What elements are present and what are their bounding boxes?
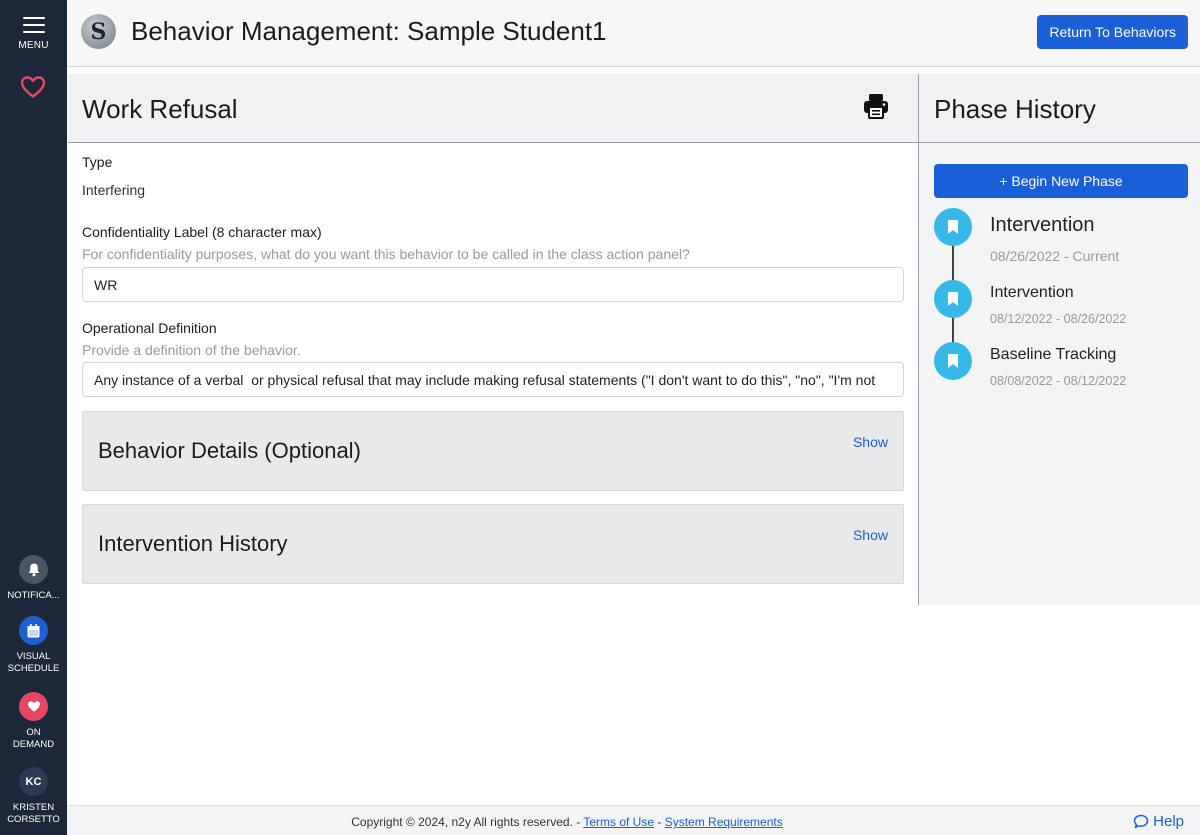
bell-icon [19, 555, 48, 584]
sidebar-item-user-profile[interactable]: KC KRISTEN CORSETTO [0, 767, 67, 826]
phase-name: Intervention [990, 214, 1095, 236]
intervention-history-card: Intervention History Show [82, 504, 904, 584]
footer-copyright: Copyright © 2024, n2y All rights reserve… [67, 815, 1067, 829]
print-icon[interactable] [862, 92, 890, 120]
help-button[interactable]: Help [1133, 813, 1184, 830]
chat-bubble-icon [1133, 814, 1149, 829]
begin-new-phase-button[interactable]: + Begin New Phase [934, 164, 1188, 198]
phase-history-title: Phase History [934, 94, 1096, 124]
heart-outline-icon[interactable] [20, 75, 46, 99]
menu-button[interactable]: MENU [0, 14, 67, 51]
sidebar-item-on-demand[interactable]: ON DEMAND [0, 692, 67, 751]
behavior-details-show-link[interactable]: Show [853, 434, 888, 450]
hamburger-icon [22, 14, 45, 33]
phase-dates: 08/12/2022 - 08/26/2022 [990, 312, 1127, 326]
heart-icon [19, 692, 48, 721]
calendar-icon [19, 616, 48, 645]
footer: Copyright © 2024, n2y All rights reserve… [67, 805, 1200, 835]
phase-history-panel: + Begin New Phase Intervention 08/26/202… [919, 143, 1200, 605]
intervention-history-show-link[interactable]: Show [853, 527, 888, 543]
terms-of-use-link[interactable]: Terms of Use [583, 815, 654, 829]
copyright-text: Copyright © 2024, n2y All rights reserve… [351, 815, 584, 829]
behavior-details-title: Behavior Details (Optional) [98, 438, 361, 463]
behavior-title: Work Refusal [82, 94, 238, 124]
behavior-details-card: Behavior Details (Optional) Show [82, 411, 904, 491]
phase-dates: 08/08/2022 - 08/12/2022 [990, 374, 1127, 388]
phase-dates: 08/26/2022 - Current [990, 248, 1120, 264]
intervention-history-title: Intervention History [98, 531, 288, 556]
definition-help: Provide a definition of the behavior. [82, 342, 301, 358]
sidebar: MENU NOTIFICA... VISUAL SCHEDULE ON DEMAND… [0, 0, 67, 835]
bookmark-icon [934, 208, 972, 246]
phase-name: Baseline Tracking [990, 346, 1117, 363]
sidebar-item-label: NOTIFICA... [7, 590, 60, 601]
definition-label: Operational Definition [82, 320, 217, 336]
avatar: KC [19, 767, 48, 796]
top-header: S Behavior Management: Sample Student1 R… [67, 0, 1200, 67]
confidentiality-input[interactable] [82, 267, 904, 302]
sidebar-item-label: ON DEMAND [12, 727, 55, 750]
return-to-behaviors-button[interactable]: Return To Behaviors [1037, 15, 1188, 49]
confidentiality-help: For confidentiality purposes, what do yo… [82, 246, 690, 262]
sidebar-item-label: KRISTEN CORSETTO [7, 802, 60, 825]
type-value: Interfering [82, 182, 146, 198]
definition-input[interactable] [82, 362, 904, 397]
footer-separator: - [654, 815, 665, 829]
behavior-panel-header: Work Refusal [68, 74, 918, 143]
phase-name: Intervention [990, 284, 1074, 301]
confidentiality-label: Confidentiality Label (8 character max) [82, 224, 322, 240]
sidebar-item-label: VISUAL SCHEDULE [7, 651, 60, 674]
help-label: Help [1153, 813, 1184, 830]
sidebar-item-visual-schedule[interactable]: VISUAL SCHEDULE [0, 616, 67, 675]
page-title: Behavior Management: Sample Student1 [131, 16, 607, 46]
type-label: Type [82, 154, 113, 170]
bookmark-icon [934, 342, 972, 380]
phase-history-header: Phase History [919, 74, 1200, 143]
app-logo: S [81, 14, 116, 49]
bookmark-icon [934, 280, 972, 318]
system-requirements-link[interactable]: System Requirements [665, 815, 783, 829]
sidebar-item-notifications[interactable]: NOTIFICA... [0, 555, 67, 602]
menu-label: MENU [18, 40, 49, 51]
